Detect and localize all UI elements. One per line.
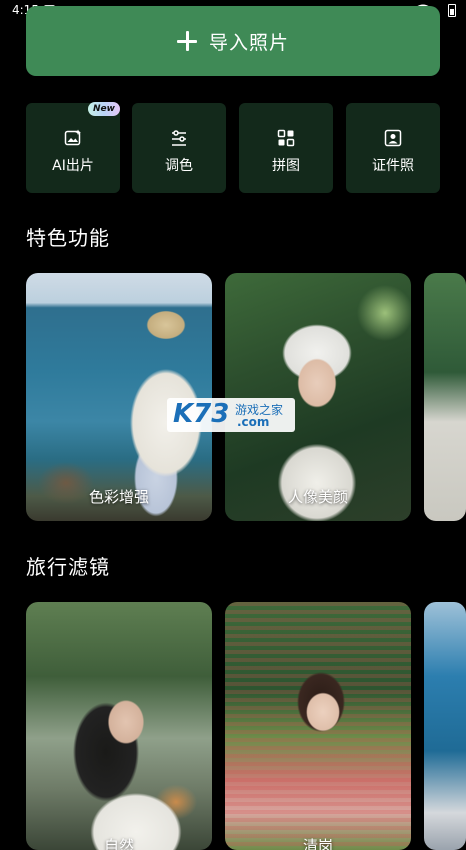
tool-label: 拼图 bbox=[272, 158, 300, 174]
import-photo-button[interactable]: 导入照片 bbox=[26, 6, 440, 76]
filter-card-partial[interactable] bbox=[424, 602, 466, 850]
tool-ai-photo[interactable]: New AI出片 bbox=[26, 102, 120, 193]
card-caption: 自然 bbox=[103, 837, 134, 850]
filter-card-qinggang[interactable]: 清岗 bbox=[225, 602, 411, 850]
filter-card-natural[interactable]: 自然 bbox=[26, 602, 212, 850]
card-caption: 人像美颜 bbox=[287, 488, 348, 506]
plus-icon bbox=[176, 31, 197, 51]
id-photo-icon bbox=[384, 129, 402, 147]
ai-image-icon bbox=[64, 129, 81, 146]
feature-card-partial[interactable] bbox=[424, 273, 466, 521]
new-badge: New bbox=[88, 102, 120, 116]
tool-label: 证件照 bbox=[372, 158, 414, 174]
tool-label: 调色 bbox=[165, 158, 193, 174]
section-title-features: 特色功能 bbox=[26, 226, 110, 250]
tool-collage[interactable]: 拼图 bbox=[239, 103, 333, 193]
watermark-brand: K73 bbox=[173, 399, 230, 429]
grid-icon bbox=[277, 129, 295, 147]
tool-id-photo[interactable]: 证件照 bbox=[346, 103, 440, 193]
sliders-icon bbox=[172, 130, 186, 146]
tool-label: AI出片 bbox=[52, 158, 94, 174]
battery-icon bbox=[448, 4, 456, 17]
section-title-travel-filters: 旅行滤镜 bbox=[26, 555, 110, 579]
feature-card-portrait-beauty[interactable]: 人像美颜 bbox=[225, 273, 411, 521]
watermark-logo: K73 游戏之家 .com bbox=[167, 398, 295, 432]
tool-color-grading[interactable]: 调色 bbox=[132, 103, 226, 193]
tools-row: New AI出片 调色 拼图 证件照 bbox=[26, 102, 440, 193]
import-photo-label: 导入照片 bbox=[208, 31, 289, 54]
watermark-domain: .com bbox=[237, 415, 270, 429]
feature-card-color-enhance[interactable]: 色彩增强 bbox=[26, 273, 212, 521]
card-caption: 清岗 bbox=[302, 837, 333, 850]
card-caption: 色彩增强 bbox=[88, 488, 149, 506]
